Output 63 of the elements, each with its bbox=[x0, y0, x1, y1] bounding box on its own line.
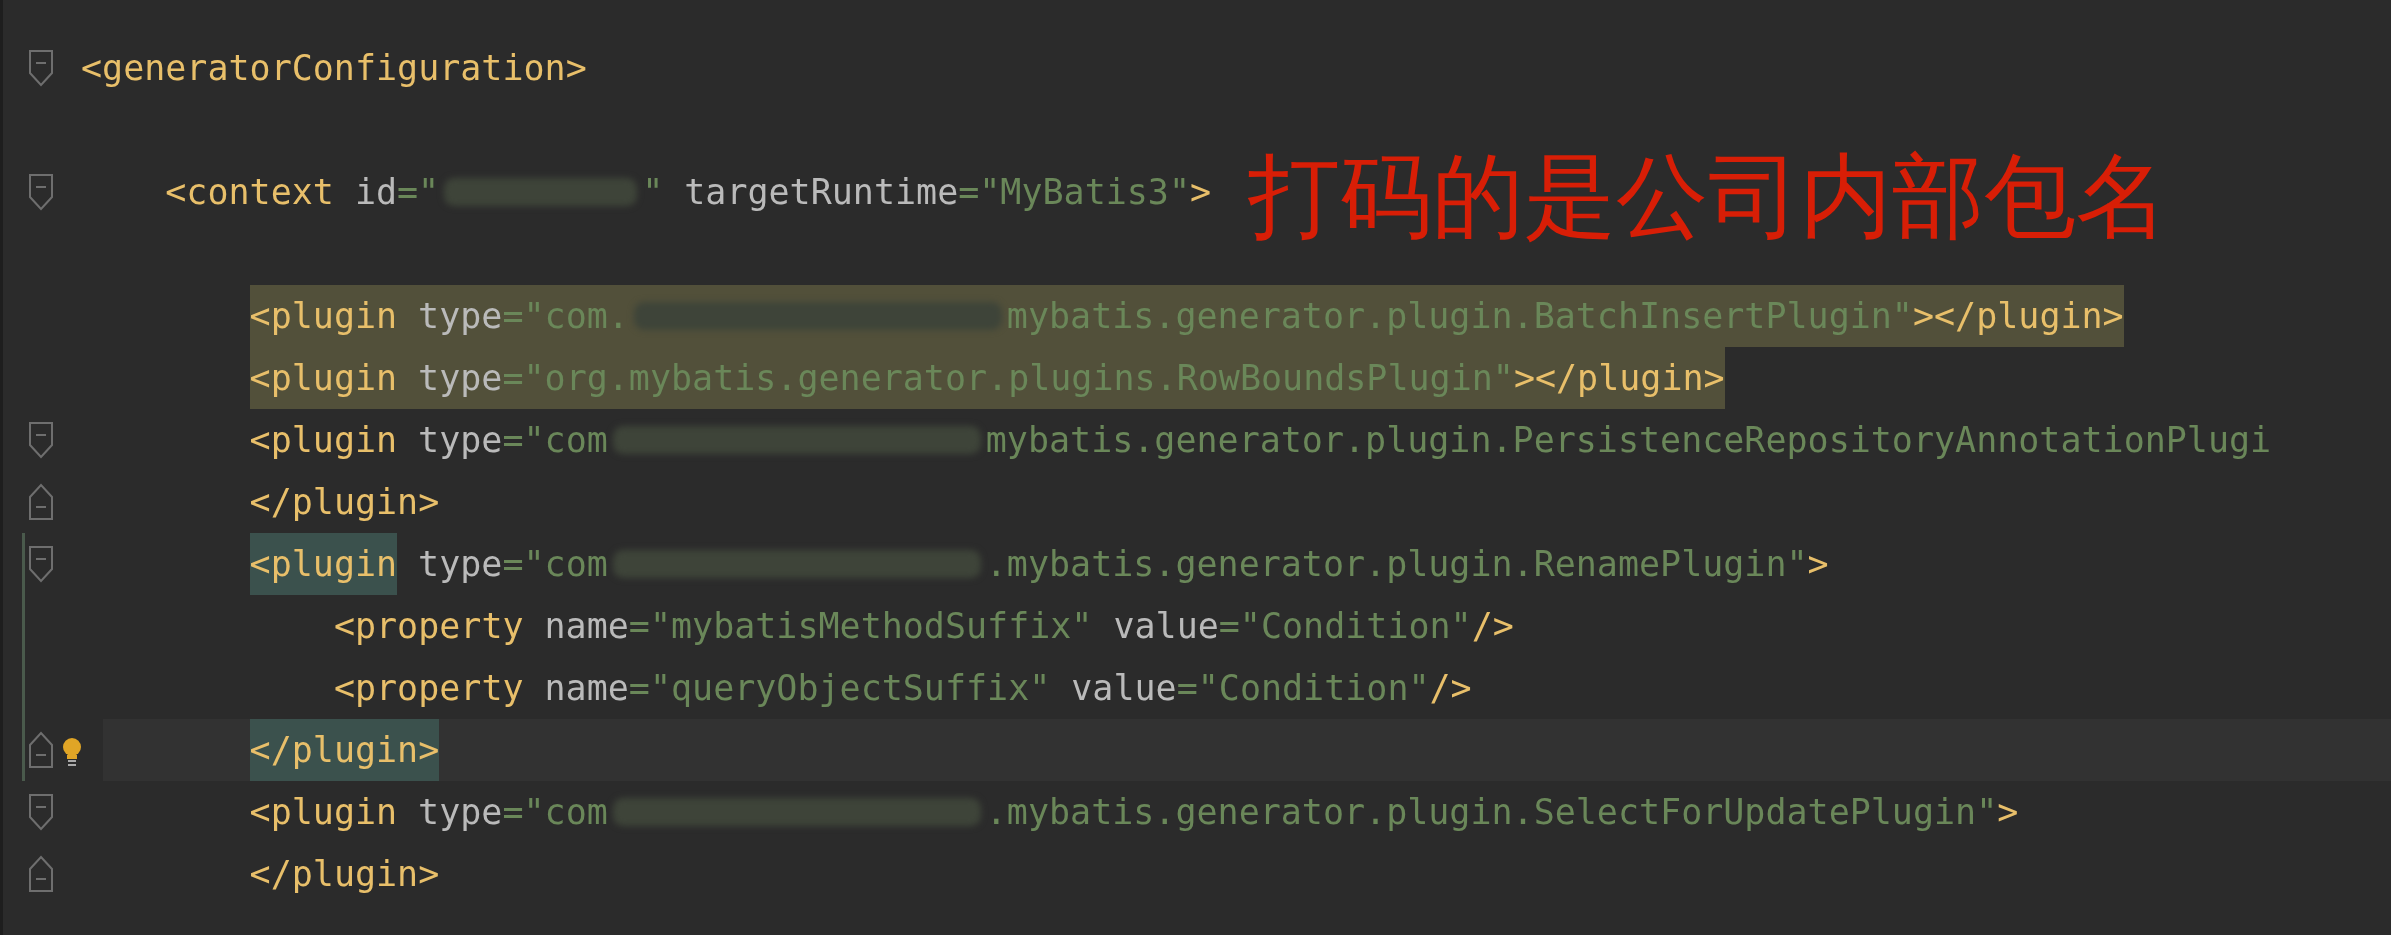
attribute-value: .mybatis.generator.plugin.RenamePlugin" bbox=[985, 543, 1808, 586]
xml-tag: > bbox=[1997, 781, 2019, 843]
attribute-name: value bbox=[1071, 667, 1177, 710]
fold-icon[interactable] bbox=[28, 483, 54, 521]
attribute-value: MyBatis3" bbox=[1000, 171, 1190, 214]
fold-icon[interactable] bbox=[28, 49, 54, 87]
xml-tag: <property bbox=[333, 657, 524, 719]
xml-tag: ></plugin> bbox=[1513, 347, 1725, 409]
xml-tag: <plugin bbox=[249, 409, 398, 471]
fold-icon[interactable] bbox=[28, 855, 54, 893]
xml-tag: <plugin bbox=[249, 347, 398, 409]
lightbulb-icon[interactable] bbox=[61, 737, 83, 767]
attribute-name: type bbox=[418, 791, 503, 834]
attribute-name: type bbox=[418, 543, 503, 586]
attribute-name: value bbox=[1113, 605, 1219, 648]
xml-tag: <plugin bbox=[249, 781, 398, 843]
attribute-value: mybatisMethodSuffix" bbox=[671, 605, 1093, 648]
attribute-value: =" bbox=[397, 171, 440, 214]
attribute-value: =" bbox=[628, 605, 671, 648]
attribute-value: =" bbox=[1218, 605, 1261, 648]
attribute-name: name bbox=[544, 605, 629, 648]
attribute-value: =" bbox=[502, 791, 545, 834]
attribute-value: com bbox=[544, 543, 608, 586]
fold-icon[interactable] bbox=[28, 421, 54, 459]
attribute-name: name bbox=[544, 667, 629, 710]
attribute-value: =" bbox=[502, 357, 545, 400]
fold-icon[interactable] bbox=[28, 793, 54, 831]
xml-tag: </plugin> bbox=[249, 719, 440, 781]
xml-tag: /> bbox=[1471, 595, 1514, 657]
xml-tag: > bbox=[1807, 533, 1829, 595]
fold-icon[interactable] bbox=[28, 731, 54, 769]
fold-icon[interactable] bbox=[28, 545, 54, 583]
attribute-value: " bbox=[642, 171, 664, 214]
fold-icon[interactable] bbox=[28, 173, 54, 211]
xml-tag: <property bbox=[333, 595, 524, 657]
attribute-name: type bbox=[418, 357, 503, 400]
attribute-name: targetRuntime bbox=[684, 171, 959, 214]
xml-tag: > bbox=[1190, 161, 1212, 223]
attribute-value: =" bbox=[502, 295, 545, 338]
attribute-value: =" bbox=[958, 171, 1001, 214]
attribute-value: queryObjectSuffix" bbox=[671, 667, 1051, 710]
xml-tag: <plugin bbox=[249, 533, 398, 595]
attribute-value: .mybatis.generator.plugin.SelectForUpdatePlugin" bbox=[985, 791, 1998, 834]
annotation-text: 打码的是公司内部包名 bbox=[1248, 142, 2168, 252]
attribute-value: =" bbox=[1176, 667, 1219, 710]
xml-tag: <plugin bbox=[249, 285, 398, 347]
attribute-value: =" bbox=[502, 419, 545, 462]
attribute-value: com bbox=[544, 419, 608, 462]
attribute-value: com bbox=[544, 791, 608, 834]
attribute-value: =" bbox=[502, 543, 545, 586]
attribute-name: type bbox=[418, 295, 503, 338]
attribute-name: type bbox=[418, 419, 503, 462]
attribute-value: Condition" bbox=[1260, 605, 1472, 648]
xml-tag: </plugin> bbox=[249, 471, 440, 533]
xml-tag: ></plugin> bbox=[1912, 285, 2124, 347]
attribute-value: Condition" bbox=[1218, 667, 1430, 710]
attribute-name: id bbox=[354, 171, 398, 214]
xml-tag: <context bbox=[165, 161, 334, 223]
xml-tag: <generatorConfiguration> bbox=[81, 37, 587, 99]
xml-tag: </plugin> bbox=[249, 843, 440, 905]
xml-tag: /> bbox=[1429, 657, 1472, 719]
attribute-value: mybatis.generator.plugin.PersistenceRepositoryAnnotationPlugi bbox=[985, 419, 2272, 462]
attribute-value: =" bbox=[628, 667, 671, 710]
